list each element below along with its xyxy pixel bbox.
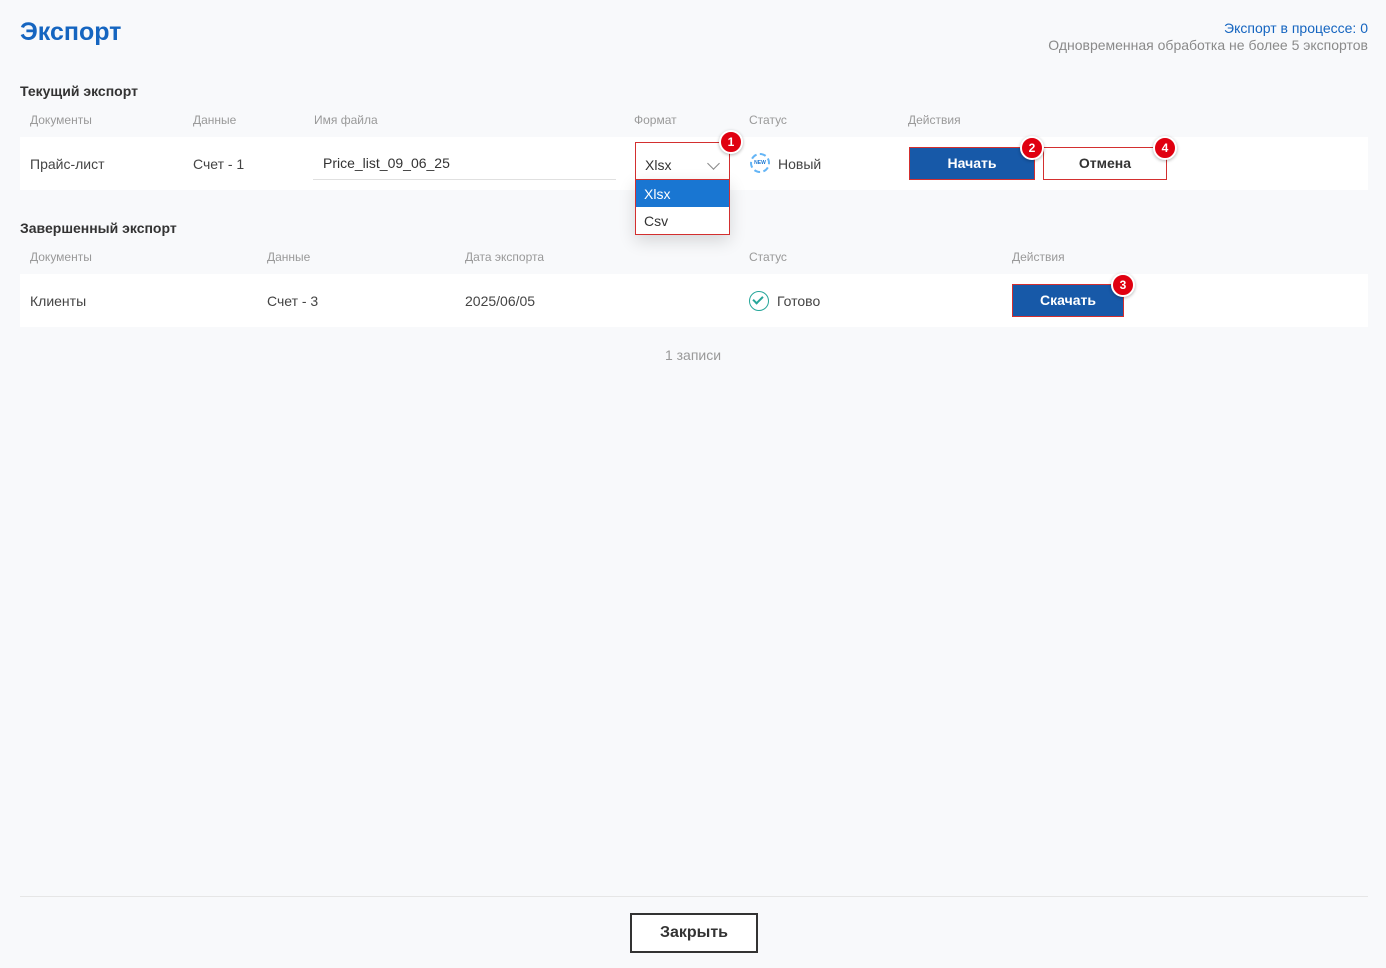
col-data: Данные [193,113,237,127]
marker-badge-4: 4 [1153,136,1177,160]
format-dropdown: Xlsx Csv [635,179,730,235]
document-name: Прайс-лист [30,156,105,172]
col-status: Статус [749,113,787,127]
col-actions: Действия [908,113,961,127]
exports-limit-note: Одновременная обработка не более 5 экспо… [1048,37,1368,53]
marker-badge-1: 1 [719,130,743,154]
col-documents: Документы [30,250,92,264]
cancel-button[interactable]: Отмена [1043,147,1167,180]
status-label: Готово [777,293,821,309]
records-count: 1 записи [664,347,722,363]
col-documents: Документы [30,113,92,127]
current-export-title: Текущий экспорт [20,83,138,99]
page-title: Экспорт [20,18,122,46]
footer-divider [20,896,1368,897]
check-circle-icon [749,291,769,311]
col-data: Данные [267,250,311,264]
export-status-info: Экспорт в процессе: 0 Одновременная обра… [1048,20,1368,54]
export-date: 2025/06/05 [465,293,536,309]
chevron-down-icon [707,157,720,170]
col-status: Статус [749,250,787,264]
exports-in-process: Экспорт в процессе: 0 [1224,20,1368,36]
download-button[interactable]: Скачать [1012,284,1124,317]
marker-badge-3: 3 [1111,273,1135,297]
data-source: Счет - 1 [193,156,245,172]
marker-badge-2: 2 [1020,136,1044,160]
start-button[interactable]: Начать [909,147,1035,180]
col-format: Формат [634,113,677,127]
completed-export-row: Клиенты Счет - 3 2025/06/05 Готово Скача… [20,274,1368,327]
document-name: Клиенты [30,293,87,309]
data-source: Счет - 3 [267,293,319,309]
filename-input[interactable]: Price_list_09_06_25 [313,147,616,180]
close-button[interactable]: Закрыть [630,913,758,953]
col-actions: Действия [1012,250,1065,264]
format-select-value: Xlsx [645,157,672,173]
status-label: Новый [778,156,822,172]
completed-export-title: Завершенный экспорт [20,220,177,236]
col-filename: Имя файла [314,113,378,127]
new-status-icon: NEW [750,153,770,173]
format-option-csv[interactable]: Csv [636,207,729,234]
col-export-date: Дата экспорта [465,250,545,264]
format-option-xlsx[interactable]: Xlsx [636,180,729,207]
